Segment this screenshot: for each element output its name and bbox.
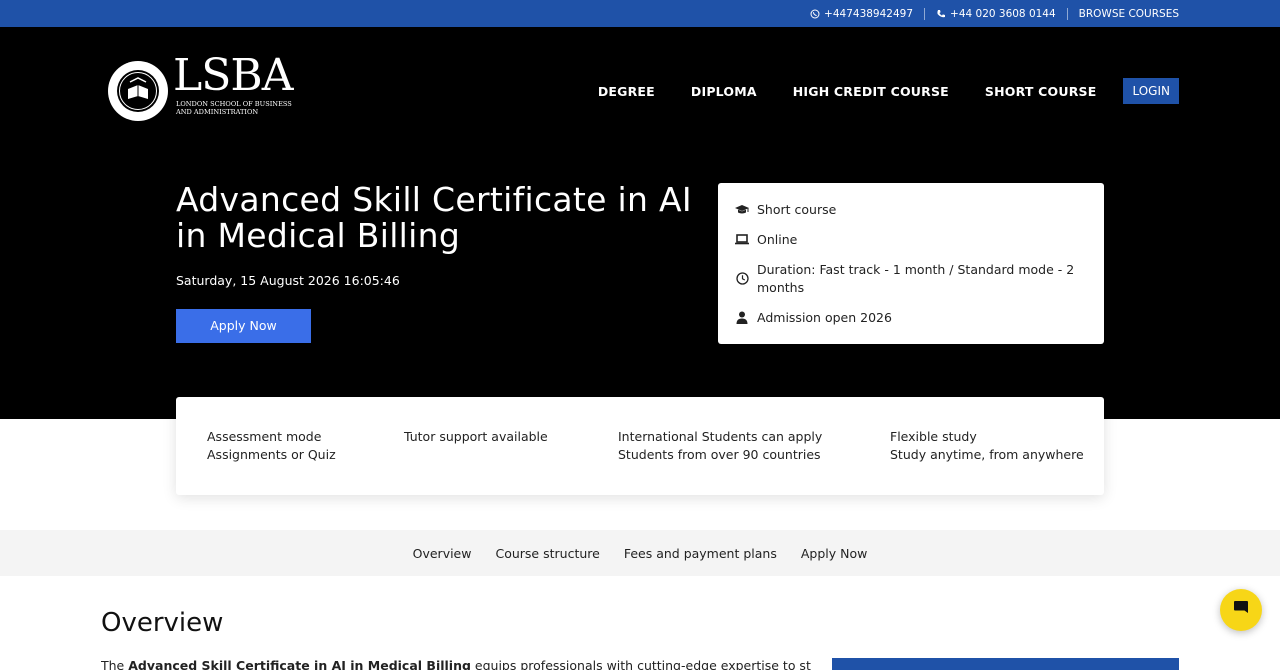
nav-high-credit-course[interactable]: HIGH CREDIT COURSE — [793, 84, 949, 99]
laptop-icon — [735, 231, 749, 248]
feature-detail: Study anytime, from anywhere — [890, 447, 1084, 462]
info-admission: Admission open 2026 — [735, 309, 1077, 327]
overview-text-rest: equips professionals with cutting-edge e… — [474, 658, 811, 670]
feature-title: Tutor support available — [404, 429, 548, 444]
section-nav: Overview Course structure Fees and payme… — [0, 530, 1280, 576]
user-icon — [735, 309, 749, 326]
seal-icon — [107, 60, 169, 122]
overview-text-start: The — [101, 658, 129, 670]
chat-icon — [1232, 599, 1250, 621]
main-nav: DEGREE DIPLOMA HIGH CREDIT COURSE SHORT … — [562, 78, 1179, 104]
current-datetime: Saturday, 15 August 2026 16:05:46 — [176, 273, 400, 288]
chat-button[interactable] — [1220, 589, 1262, 631]
phone-number: +44 020 3608 0144 — [950, 7, 1056, 20]
side-panel — [832, 658, 1179, 670]
feature-title: International Students can apply — [618, 429, 823, 444]
feature-detail: Assignments or Quiz — [207, 447, 336, 462]
section-link-overview[interactable]: Overview — [413, 546, 472, 561]
section-link-course-structure[interactable]: Course structure — [495, 546, 599, 561]
info-text: Admission open 2026 — [757, 310, 892, 325]
feature-title: Flexible study — [890, 429, 977, 444]
clock-icon — [735, 270, 749, 287]
section-link-fees[interactable]: Fees and payment plans — [624, 546, 777, 561]
page-title: Advanced Skill Certificate in AI in Medi… — [176, 180, 692, 255]
nav-degree[interactable]: DEGREE — [598, 84, 655, 99]
info-duration: Duration: Fast track - 1 month / Standar… — [735, 261, 1077, 296]
info-mode: Online — [735, 231, 1077, 249]
nav-diploma[interactable]: DIPLOMA — [691, 84, 757, 99]
feature-international: International Students can apply Student… — [618, 428, 822, 464]
browse-courses-link[interactable]: BROWSE COURSES — [1068, 8, 1179, 20]
whatsapp-number: +447438942497 — [824, 7, 914, 20]
logo-subtitle: LONDON SCHOOL OF BUSINESS AND ADMINISTRA… — [176, 100, 292, 116]
course-info-card: Short course Online Duration: Fast track… — [718, 183, 1104, 344]
feature-title: Assessment mode — [207, 429, 322, 444]
logo-subtitle-line1: LONDON SCHOOL OF BUSINESS — [176, 100, 292, 108]
apply-now-button[interactable]: Apply Now — [176, 309, 311, 343]
feature-detail: Students from over 90 countries — [618, 447, 821, 462]
graduation-cap-icon — [735, 201, 749, 218]
feature-flexible-study: Flexible study Study anytime, from anywh… — [890, 428, 1084, 464]
info-text: Short course — [757, 202, 837, 217]
whatsapp-link[interactable]: +447438942497 — [799, 8, 924, 20]
info-text: Online — [757, 232, 798, 247]
login-button[interactable]: LOGIN — [1123, 78, 1179, 104]
logo-wordmark: LSBA — [173, 50, 293, 101]
overview-heading: Overview — [101, 608, 224, 638]
overview-paragraph: The Advanced Skill Certificate in AI in … — [101, 658, 811, 670]
phone-icon — [936, 9, 946, 19]
phone-link[interactable]: +44 020 3608 0144 — [925, 8, 1067, 20]
info-text: Duration: Fast track - 1 month / Standar… — [757, 262, 1075, 295]
feature-assessment: Assessment mode Assignments or Quiz — [207, 428, 336, 464]
nav-short-course[interactable]: SHORT COURSE — [985, 84, 1097, 99]
info-course-type: Short course — [735, 201, 1077, 219]
feature-tutor-support: Tutor support available — [404, 428, 548, 446]
whatsapp-icon — [810, 9, 820, 19]
site-logo[interactable]: LSBA LONDON SCHOOL OF BUSINESS AND ADMIN… — [107, 54, 302, 122]
course-features: Assessment mode Assignments or Quiz Tuto… — [176, 397, 1104, 495]
section-link-apply-now[interactable]: Apply Now — [801, 546, 868, 561]
top-contact-bar: +447438942497 +44 020 3608 0144 BROWSE C… — [0, 0, 1280, 27]
logo-subtitle-line2: AND ADMINISTRATION — [176, 108, 259, 116]
overview-course-name: Advanced Skill Certificate in AI in Medi… — [128, 658, 471, 670]
